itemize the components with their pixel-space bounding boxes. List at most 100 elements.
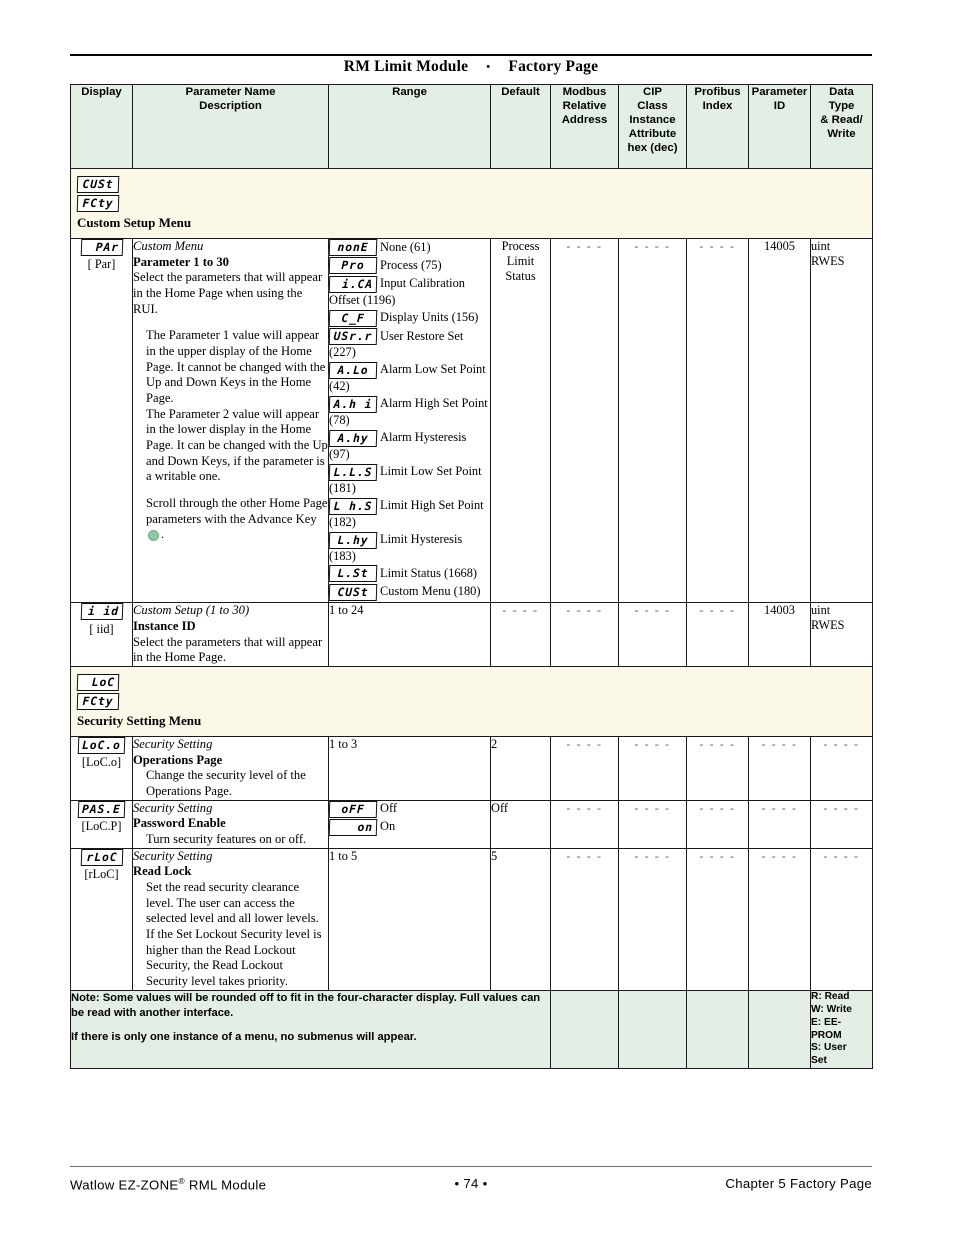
range-value: 1 to 24 xyxy=(329,603,364,618)
table-row-parameter: PAr [ Par] Custom Menu Parameter 1 to 30… xyxy=(70,238,873,604)
menu-band-security-setting: LoC FCty Security Setting Menu xyxy=(70,665,873,737)
menu-band-custom-setup-codes2: FCty xyxy=(76,195,872,213)
lcd-code-ahy: A.hy xyxy=(328,429,378,448)
table-row-instance-id: i id [ iid] Custom Setup (1 to 30) Insta… xyxy=(70,602,873,667)
lcd-code-off: oFF xyxy=(328,800,378,818)
column-header-cip-line2: Class xyxy=(637,100,668,113)
column-header-default: Default xyxy=(490,84,551,169)
default-value: - - - - xyxy=(502,603,539,618)
range-option: i.CA Input Calibration Offset (1196) xyxy=(328,275,490,309)
column-header-profibus-line2: Index xyxy=(702,100,733,113)
cell-note-text: Note: Some values will be rounded off to… xyxy=(70,989,551,1070)
column-header-modbus-line2: Relative xyxy=(562,100,607,113)
menu-band-custom-setup-caption: Custom Setup Menu xyxy=(77,214,192,230)
cell-description-read-lock: Security Setting Read Lock Set the read … xyxy=(132,847,329,991)
cell-modbus-read-lock: - - - - xyxy=(550,847,619,991)
range-option-label: Limit Status (1668) xyxy=(380,566,478,580)
lcd-code-lls: L.L.S xyxy=(328,463,378,482)
cell-parameter-id-read-lock: - - - - xyxy=(748,847,811,991)
lcd-code-usrr: USr.r xyxy=(328,328,378,346)
data-type-value: - - - - xyxy=(823,848,860,863)
data-type-line1: uint xyxy=(811,603,831,618)
menu-band-security-codes: LoC xyxy=(76,673,872,692)
profibus-value: - - - - xyxy=(699,603,736,618)
table-row-note: Note: Some values will be rounded off to… xyxy=(70,989,873,1070)
page-title-separator: • xyxy=(486,61,491,74)
cell-description-operations-page: Security Setting Operations Page Change … xyxy=(132,735,329,801)
cell-default-operations-page: 2 xyxy=(490,735,551,801)
lcd-code-alo: A.Lo xyxy=(328,361,378,380)
range-option-label: On xyxy=(380,819,396,834)
operations-name-italic: Security Setting xyxy=(133,736,213,751)
range-option: L.L.S Limit Low Set Point (181) xyxy=(328,463,490,497)
readlock-name-italic: Security Setting xyxy=(133,848,213,863)
cell-profibus-operations-page: - - - - xyxy=(686,735,749,801)
cell-modbus-operations-page: - - - - xyxy=(550,735,619,801)
cell-cip-parameter: - - - - xyxy=(618,238,687,604)
lcd-code-ahi: A.h i xyxy=(328,395,378,414)
cell-profibus-password-enable: - - - - xyxy=(686,799,749,849)
lcd-code-cust-option: CUSt xyxy=(328,583,378,602)
range-option-label: None (61) xyxy=(380,239,431,254)
parameter-desc-4-period: . xyxy=(161,527,165,542)
cell-range-password-enable: oFF Off on On xyxy=(328,799,491,849)
cell-display-instance-id: i id [ iid] xyxy=(70,602,133,667)
parameter-desc-4-text: Scroll through the other Home Page param… xyxy=(146,496,328,526)
lcd-code-lhy: L.hy xyxy=(328,531,378,549)
range-value: 1 to 5 xyxy=(329,848,358,863)
data-type-value: - - - - xyxy=(823,800,860,815)
table-row-read-lock: rLoC [rLoC] Security Setting Read Lock S… xyxy=(70,847,873,991)
parameter-id-value: - - - - xyxy=(761,800,798,815)
legend-line-1: R: Read xyxy=(811,990,850,1002)
column-header-cip: CIP Class Instance Attribute hex (dec) xyxy=(618,84,687,169)
range-option: C_F Display Units (156) xyxy=(328,309,490,328)
cell-parameter-id-instance-id: 14003 xyxy=(748,602,811,667)
default-line2: Limit xyxy=(506,254,535,269)
parameter-name-italic: Custom Menu xyxy=(133,239,204,254)
cip-value: - - - - xyxy=(634,800,671,815)
column-header-cip-line3: Instance xyxy=(629,114,676,127)
cell-data-type-parameter: uint RWES xyxy=(810,238,873,604)
data-type-value: - - - - xyxy=(823,736,860,751)
column-header-display: Display xyxy=(70,84,133,169)
default-value: 2 xyxy=(491,736,498,751)
cell-display-read-lock: rLoC [rLoC] xyxy=(70,847,133,991)
cell-description-password-enable: Security Setting Password Enable Turn se… xyxy=(132,799,329,849)
parameter-desc-4: Scroll through the other Home Page param… xyxy=(133,496,328,543)
cip-value: - - - - xyxy=(634,736,671,751)
cell-data-type-legend: R: Read W: Write E: EE- PROM S: User Set xyxy=(810,989,873,1070)
table-header-row: Display Parameter Name Description Range… xyxy=(70,84,873,169)
parameter-id-value: - - - - xyxy=(761,736,798,751)
modbus-value: - - - - xyxy=(566,239,603,254)
column-header-modbus: Modbus Relative Address xyxy=(550,84,619,169)
column-header-data-type-line3: & Read/ xyxy=(820,114,863,127)
range-option: A.hy Alarm Hysteresis (97) xyxy=(328,429,490,463)
column-header-range: Range xyxy=(328,84,491,169)
cell-parameter-id-password-enable: - - - - xyxy=(748,799,811,849)
profibus-value: - - - - xyxy=(699,800,736,815)
column-header-data-type-line4: Write xyxy=(827,128,856,141)
cell-display-operations-page: LoC.o [LoC.o] xyxy=(70,735,133,801)
modbus-value: - - - - xyxy=(566,603,603,618)
column-header-parameter-name-line1: Parameter Name xyxy=(185,86,276,98)
column-header-data-type-line2: Type xyxy=(828,100,855,113)
note-line-2: If there is only one instance of a menu,… xyxy=(71,1031,417,1044)
table-row-operations-page: LoC.o [LoC.o] Security Setting Operation… xyxy=(70,735,873,801)
footer-chapter: Chapter 5 Factory Page xyxy=(725,1176,872,1191)
column-header-data-type-line1: Data xyxy=(829,86,854,98)
legend-line-4: PROM xyxy=(811,1029,842,1041)
cell-description-parameter: Custom Menu Parameter 1 to 30 Select the… xyxy=(132,238,329,604)
lcd-code-none: nonE xyxy=(328,239,378,257)
data-type-line1: uint xyxy=(811,239,831,254)
menu-band-security-setting-cell: LoC FCty Security Setting Menu xyxy=(70,665,873,737)
lcd-code-par: PAr xyxy=(80,239,123,257)
legend-line-6: Set xyxy=(811,1055,827,1067)
cell-note-profibus xyxy=(686,989,749,1070)
legend-line-5: S: User xyxy=(811,1042,847,1054)
range-option: A.Lo Alarm Low Set Point (42) xyxy=(328,361,490,395)
parameter-id-value: 14003 xyxy=(764,603,795,618)
cip-value: - - - - xyxy=(634,848,671,863)
page-title-right: Factory Page xyxy=(508,58,599,75)
range-option: L h.S Limit High Set Point (182) xyxy=(328,497,490,531)
cell-profibus-parameter: - - - - xyxy=(686,238,749,604)
